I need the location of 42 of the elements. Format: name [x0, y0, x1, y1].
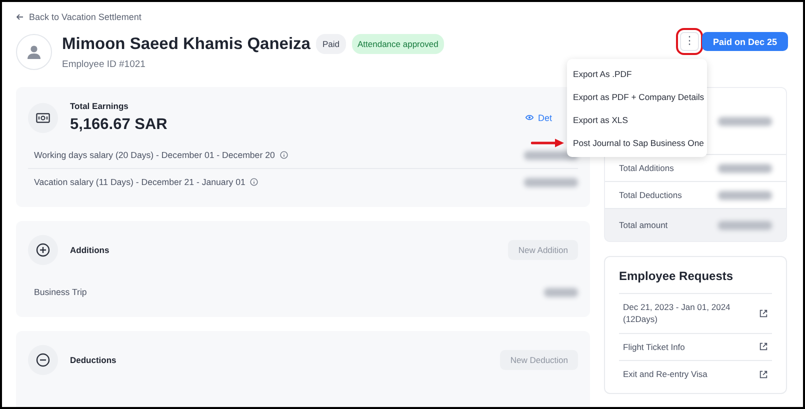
status-badge: Paid [316, 34, 346, 54]
summary-label: Total Additions [619, 163, 674, 173]
back-arrow-icon [16, 13, 24, 21]
summary-label: Total amount [619, 220, 668, 230]
status-badge: Attendance approved [352, 34, 444, 54]
avatar [16, 34, 52, 70]
menu-item[interactable]: Export As .PDF [567, 62, 707, 85]
total-amount: 5,166.67 SAR [70, 116, 168, 134]
request-link[interactable]: Dec 21, 2023 - Jan 01, 2024 (12Days) [623, 301, 748, 326]
plus-circle-icon [36, 243, 50, 257]
info-icon [280, 151, 288, 159]
card-title: Employee Requests [619, 269, 734, 283]
request-link[interactable]: Flight Ticket Info [623, 340, 685, 353]
blurred-value [718, 164, 772, 172]
item-label: Business Trip [34, 287, 87, 297]
request-link[interactable]: Exit and Re-entry Visa [623, 368, 708, 380]
external-link-icon [759, 370, 768, 379]
section-title: Additions [70, 245, 110, 255]
blurred-value [718, 220, 772, 230]
employee-name: Mimoon Saeed Khamis Qaneiza [62, 34, 310, 54]
banknote-icon [36, 112, 50, 122]
paid-button[interactable]: Paid on Dec 25 [702, 32, 788, 51]
info-icon [250, 178, 258, 186]
salary-label: Vacation salary (11 Days) - December 21 - January 01 [34, 177, 246, 187]
summary-label: Total Deductions [619, 190, 682, 200]
external-link-icon [759, 308, 768, 318]
blurred-value [718, 116, 772, 126]
blurred-value [718, 190, 772, 200]
menu-item[interactable]: Export as XLS [567, 108, 707, 131]
details-link[interactable]: Det [524, 112, 552, 122]
blurred-value [544, 288, 578, 296]
eye-icon [524, 114, 534, 121]
employee-id: Employee ID #1021 [62, 59, 146, 70]
menu-item[interactable]: Post Journal to Sap Business One [567, 131, 707, 154]
menu-item[interactable]: Export as PDF + Company Details [567, 85, 707, 108]
card-title: Total Earnings [70, 101, 130, 111]
section-title: Deductions [70, 355, 116, 365]
blurred-value [524, 178, 578, 186]
salary-label: Working days salary (20 Days) - December 01 - December 20 [34, 150, 275, 160]
back-link[interactable]: Back to Vacation Settlement [16, 10, 142, 24]
minus-circle-icon [36, 353, 50, 367]
external-link-icon [759, 342, 768, 352]
